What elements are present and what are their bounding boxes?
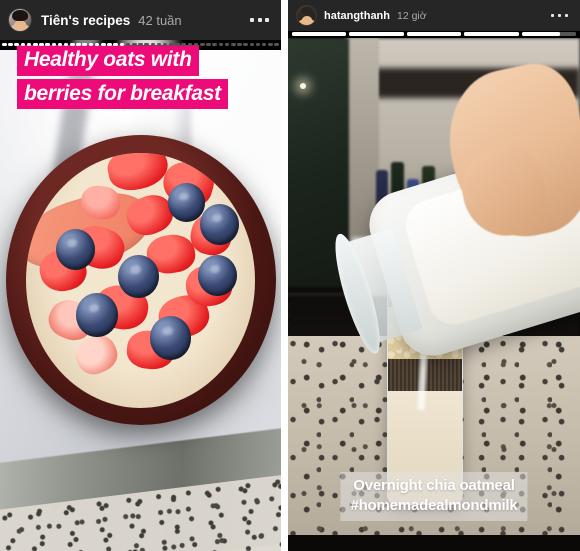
dot	[257, 18, 262, 22]
caption-line-2: #homemadealmondmilk	[350, 497, 518, 515]
story-media-left[interactable]	[0, 50, 281, 551]
progress-segment-active[interactable]	[521, 32, 577, 36]
blueberry	[55, 229, 95, 271]
dot	[265, 18, 269, 22]
blueberry	[149, 316, 191, 360]
story-header-left: Tiên's recipes 42 tuần	[0, 0, 281, 40]
username-left[interactable]: Tiên's recipes	[41, 13, 130, 28]
progress-segment[interactable]	[292, 32, 347, 36]
avatar-hair	[300, 6, 313, 15]
blueberry	[117, 254, 159, 299]
progress-segment[interactable]	[274, 43, 279, 46]
progress-segment[interactable]	[14, 43, 19, 46]
progress-segment[interactable]	[101, 43, 106, 46]
progress-segment[interactable]	[406, 32, 462, 36]
progress-segment[interactable]	[175, 43, 180, 46]
progress-segment[interactable]	[187, 43, 193, 46]
progress-segment[interactable]	[464, 32, 519, 36]
progress-segment[interactable]	[150, 43, 156, 46]
blueberry	[200, 203, 240, 245]
timestamp-right: 12 giờ	[397, 9, 427, 22]
avatar-hair	[12, 9, 28, 22]
dot	[250, 18, 254, 22]
progress-segment[interactable]	[218, 43, 224, 46]
username-right[interactable]: hatangthanh	[324, 10, 390, 22]
story-caption-left: Healthy oats with berries for breakfast	[17, 45, 228, 110]
progress-segment[interactable]	[224, 43, 230, 46]
avatar-hatangthanh[interactable]	[296, 5, 317, 26]
avatar-face	[300, 15, 313, 25]
progress-segment[interactable]	[57, 43, 63, 46]
progress-segment[interactable]	[212, 43, 217, 46]
panel-divider	[281, 0, 288, 551]
progress-segment[interactable]	[261, 43, 267, 46]
story-caption-right: Overnight chia oatmeal #homemadealmondmi…	[340, 472, 528, 521]
avatar-tien[interactable]	[8, 8, 32, 32]
blueberry	[76, 293, 118, 337]
more-options-icon[interactable]	[550, 13, 573, 18]
progress-segment[interactable]	[119, 43, 125, 46]
letterbox-bottom	[288, 535, 580, 551]
story-panel-left[interactable]: Healthy oats with berries for breakfast …	[0, 0, 281, 551]
progress-segment[interactable]	[125, 43, 131, 46]
dot	[557, 13, 561, 18]
progress-segment[interactable]	[144, 43, 149, 46]
progress-segment[interactable]	[26, 43, 32, 46]
progress-segment[interactable]	[2, 43, 7, 46]
stories-stage: Healthy oats with berries for breakfast …	[0, 0, 580, 551]
story-progress-left[interactable]	[0, 43, 281, 46]
progress-segment[interactable]	[349, 32, 404, 36]
strawberry-piece	[104, 152, 172, 195]
story-progress-right[interactable]	[288, 32, 580, 36]
more-options-icon[interactable]	[250, 18, 273, 22]
progress-segment[interactable]	[82, 43, 88, 46]
progress-segment[interactable]	[156, 43, 162, 46]
progress-segment[interactable]	[51, 43, 57, 46]
progress-segment[interactable]	[230, 43, 236, 46]
progress-segment[interactable]	[45, 43, 50, 46]
caption-line-1: Healthy oats with	[17, 45, 199, 76]
progress-segment[interactable]	[200, 43, 205, 46]
progress-segment[interactable]	[113, 43, 118, 46]
progress-segment[interactable]	[193, 43, 199, 46]
fridge-light	[299, 82, 306, 89]
progress-segment[interactable]	[63, 43, 69, 46]
progress-segment[interactable]	[243, 43, 248, 46]
progress-segment[interactable]	[8, 43, 13, 46]
story-media-right[interactable]: Overnight chia oatmeal #homemadealmondmi…	[288, 38, 580, 535]
kitchen-scene	[288, 38, 580, 535]
progress-segment[interactable]	[20, 43, 26, 46]
oat-bowl	[5, 135, 276, 426]
progress-segment[interactable]	[138, 43, 143, 46]
caption-line-1: Overnight chia oatmeal	[353, 477, 515, 495]
progress-segment[interactable]	[131, 43, 137, 46]
dot	[564, 13, 568, 18]
progress-segment[interactable]	[206, 43, 211, 46]
progress-segment[interactable]	[88, 43, 94, 46]
bowl-contents	[25, 152, 256, 409]
dot	[550, 13, 554, 18]
progress-segment[interactable]	[237, 43, 242, 46]
timestamp-left: 42 tuần	[138, 12, 182, 28]
story-panel-right[interactable]: Overnight chia oatmeal #homemadealmondmi…	[288, 0, 580, 551]
progress-segment[interactable]	[181, 43, 187, 46]
progress-segment[interactable]	[94, 43, 100, 46]
progress-segment[interactable]	[70, 43, 75, 46]
avatar-face	[13, 20, 27, 31]
progress-segment[interactable]	[255, 43, 261, 46]
progress-segment[interactable]	[162, 43, 168, 46]
progress-segment[interactable]	[107, 43, 112, 46]
progress-segment[interactable]	[39, 43, 44, 46]
progress-segment[interactable]	[76, 43, 81, 46]
caption-line-2: berries for breakfast	[17, 78, 228, 110]
progress-segment[interactable]	[169, 43, 174, 46]
progress-segment[interactable]	[249, 43, 255, 46]
story-header-right: hatangthanh 12 giờ	[288, 0, 580, 31]
progress-segment[interactable]	[268, 43, 273, 46]
progress-segment[interactable]	[32, 43, 38, 46]
